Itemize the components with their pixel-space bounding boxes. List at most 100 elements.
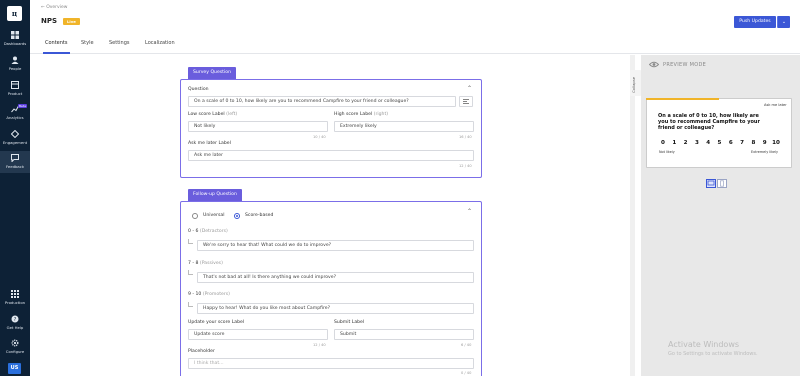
collapse-chevron-icon[interactable]: ⌃ (467, 85, 472, 92)
universal-label: Universal (203, 213, 225, 218)
windows-watermark-title: Activate Windows (668, 340, 740, 349)
tab-localization[interactable]: Localization (145, 40, 175, 46)
ask-later-counter: 12 / 40 (459, 164, 472, 168)
sidebar-item-label: Configure (5, 349, 25, 354)
preview-low-label: Not likely (659, 150, 675, 154)
ask-later-input[interactable]: Ask me later (188, 150, 474, 161)
question-format-button[interactable] (459, 96, 473, 107)
sidebar-item-production[interactable]: Production (0, 290, 30, 305)
promoters-range: 9 - 10 (188, 292, 202, 297)
sidebar-item-product[interactable]: Product (0, 81, 30, 96)
radio-score-based[interactable] (234, 213, 240, 219)
collapse-chevron-icon[interactable]: ⌃ (467, 208, 472, 215)
preview-score-7[interactable]: 7 (737, 140, 747, 146)
radio-universal[interactable] (192, 213, 198, 219)
preview-score-5[interactable]: 5 (715, 140, 725, 146)
preview-score-9[interactable]: 9 (760, 140, 770, 146)
preview-score-8[interactable]: 8 (748, 140, 758, 146)
sidebar-item-analytics[interactable]: Beta Analytics (0, 104, 30, 120)
submit-input[interactable]: Submit (334, 329, 474, 340)
preview-score-10[interactable]: 10 (771, 140, 781, 146)
avatar[interactable]: US (8, 363, 21, 374)
high-score-counter: 16 / 40 (459, 135, 472, 139)
sidebar-item-label: Production (4, 300, 26, 305)
windows-watermark-subtitle: Go to Settings to activate Windows. (668, 351, 758, 357)
low-score-label-text: Low score Label (188, 112, 225, 117)
submit-label: Submit Label (334, 320, 365, 325)
detractors-input[interactable]: We're sorry to hear that! What could we … (197, 240, 474, 251)
score-based-label: Score-based (245, 213, 274, 218)
question-label: Question (188, 87, 209, 92)
placeholder-counter: 0 / 40 (461, 371, 472, 375)
back-link[interactable]: ← Overview (41, 5, 67, 10)
passives-range: 7 - 8 (188, 261, 199, 266)
placeholder-label: Placeholder (188, 349, 215, 354)
preview-progress-bar (646, 98, 719, 100)
tab-contents[interactable]: Contents (43, 40, 69, 54)
engagement-icon (11, 130, 19, 138)
chevron-down-icon: ⌄ (781, 19, 787, 25)
placeholder-input[interactable]: I think that... (188, 358, 474, 369)
scrollbar[interactable] (630, 55, 635, 376)
desktop-view-toggle[interactable] (706, 179, 716, 188)
format-icon (463, 99, 469, 104)
high-score-input[interactable]: Extremely likely (334, 121, 474, 132)
page-title: NPS (41, 17, 58, 25)
collapse-label: Collapse (631, 76, 636, 93)
ask-later-label: Ask me later Label (188, 141, 231, 146)
sidebar-item-configure[interactable]: Configure (0, 339, 30, 354)
sidebar-item-dashboards[interactable]: Dashboards (0, 31, 30, 46)
detractors-label: 0 - 6 (Detractors) (188, 229, 228, 234)
low-score-input[interactable]: Not likely (188, 121, 328, 132)
branch-connector (188, 302, 193, 307)
sidebar-item-label: People (8, 66, 22, 71)
collapse-button[interactable]: Collapse (630, 70, 641, 96)
low-score-hint: (left) (226, 112, 238, 117)
sidebar-item-label: Analytics (6, 115, 24, 120)
logo[interactable]: ц (7, 6, 22, 21)
passives-label: 7 - 8 (Passives) (188, 261, 223, 266)
desktop-icon (707, 180, 715, 186)
product-icon (11, 81, 19, 89)
preview-ask-later[interactable]: Ask me later (764, 103, 787, 107)
preview-high-label: Extremely likely (751, 150, 779, 154)
push-options-button[interactable]: ⌄ (777, 16, 790, 28)
preview-score-2[interactable]: 2 (681, 140, 691, 146)
sidebar-item-label: Engagement (2, 140, 28, 145)
push-updates-button[interactable]: Push Updates (734, 16, 776, 28)
question-input[interactable]: On a scale of 0 to 10, how likely are yo… (188, 96, 456, 107)
passives-hint: (Passives) (199, 261, 223, 266)
sidebar-item-people[interactable]: People (0, 56, 30, 71)
sidebar-item-label: Product (7, 91, 23, 96)
promoters-input[interactable]: Happy to hear! What do you like most abo… (197, 303, 474, 314)
sidebar-item-label: Dashboards (3, 41, 27, 46)
help-icon: ? (11, 315, 19, 323)
sidebar-item-feedback[interactable]: Feedback (0, 151, 30, 173)
preview-score-3[interactable]: 3 (692, 140, 702, 146)
preview-question: On a scale of 0 to 10, how likely are yo… (658, 113, 760, 132)
detractors-hint: (Detractors) (199, 229, 228, 234)
section-tag-survey-question: Survey Question (188, 67, 236, 79)
tab-settings[interactable]: Settings (109, 40, 130, 46)
sidebar: ц Dashboards People Product Beta Analyti… (0, 0, 30, 376)
low-score-label: Low score Label (left) (188, 112, 237, 117)
sidebar-item-help[interactable]: ? Get Help (0, 315, 30, 330)
section-tag-follow-up: Follow-up Question (188, 189, 242, 201)
preview-score-0[interactable]: 0 (658, 140, 668, 146)
preview-score-4[interactable]: 4 (703, 140, 713, 146)
passives-input[interactable]: That's not bad at all! Is there anything… (197, 272, 474, 283)
mobile-icon (720, 180, 724, 187)
preview-survey-card (646, 98, 792, 168)
low-score-counter: 10 / 40 (313, 135, 326, 139)
preview-score-1[interactable]: 1 (669, 140, 679, 146)
preview-score-6[interactable]: 6 (726, 140, 736, 146)
sidebar-item-label: Feedback (5, 164, 25, 169)
tab-style[interactable]: Style (81, 40, 94, 46)
sidebar-item-engagement[interactable]: Engagement (0, 130, 30, 145)
preview-mode-title: PREVIEW MODE (663, 62, 707, 68)
update-score-input[interactable]: Update score (188, 329, 328, 340)
update-score-label: Update your score Label (188, 320, 245, 325)
promoters-hint: (Promoters) (202, 292, 230, 297)
sidebar-item-label: Get Help (6, 325, 24, 330)
mobile-view-toggle[interactable] (717, 179, 727, 188)
